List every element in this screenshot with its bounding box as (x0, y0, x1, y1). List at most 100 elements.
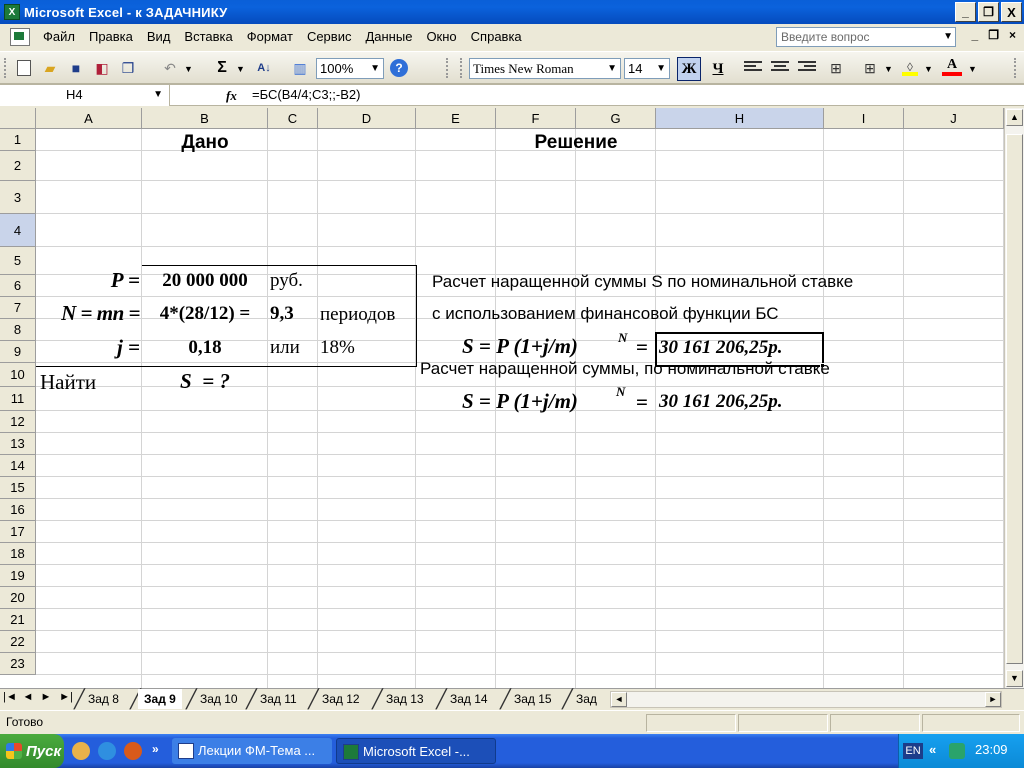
autosum-icon[interactable]: Σ (212, 58, 232, 78)
font-color-dropdown-icon[interactable]: ▼ (968, 64, 977, 74)
row-header-10[interactable]: 10 (0, 363, 36, 387)
cell-A2[interactable]: P = (36, 268, 140, 293)
row-header-22[interactable]: 22 (0, 631, 36, 653)
workbook-restore-button[interactable]: ❐ (988, 28, 999, 42)
prev-sheet-button[interactable]: ◄ (20, 691, 36, 703)
row-header-14[interactable]: 14 (0, 455, 36, 477)
sheet-tab[interactable]: Зад (570, 689, 603, 709)
menu-edit[interactable]: Правка (82, 24, 140, 49)
row-header-11[interactable]: 11 (0, 387, 36, 411)
last-sheet-button[interactable]: ►| (58, 691, 74, 703)
row-header-2[interactable]: 2 (0, 151, 36, 181)
chevron-down-icon[interactable]: ▼ (370, 59, 380, 78)
row-header-15[interactable]: 15 (0, 477, 36, 499)
column-header-j[interactable]: J (904, 108, 1004, 129)
worksheet-grid[interactable]: ABCDEFGHIJ 1 2 3 4 5 6 7 8 9 10 11 12 13 14 15 16 17 18 19… (0, 108, 1024, 688)
row-header-3[interactable]: 3 (0, 181, 36, 214)
autosum-dropdown-icon[interactable]: ▼ (236, 64, 245, 74)
cell-B4[interactable]: 0,18 (142, 337, 268, 359)
fill-color-dropdown-icon[interactable]: ▼ (924, 64, 933, 74)
scroll-down-icon[interactable]: ▼ (1006, 670, 1023, 687)
row-header-20[interactable]: 20 (0, 587, 36, 609)
scroll-up-icon[interactable]: ▲ (1006, 109, 1023, 126)
row-header-1[interactable]: 1 (0, 129, 36, 151)
taskbar-item-lectures[interactable]: Лекции ФМ-Тема ... (172, 738, 332, 764)
row-header-19[interactable]: 19 (0, 565, 36, 587)
chevron-down-icon[interactable]: ▼ (607, 59, 617, 78)
minimize-button[interactable]: _ (955, 2, 976, 22)
row-header-5[interactable]: 5 (0, 247, 36, 275)
toolbar-grip[interactable] (4, 58, 8, 78)
menu-tools[interactable]: Сервис (300, 24, 359, 49)
row-header-23[interactable]: 23 (0, 653, 36, 675)
row-header-9[interactable]: 9 (0, 341, 36, 363)
sheet-tab[interactable]: Зад 11 (254, 689, 303, 709)
scroll-right-icon[interactable]: ► (985, 692, 1001, 707)
fill-color-icon[interactable]: ◊ (900, 58, 920, 78)
cell-A3[interactable]: N = mn = (36, 301, 140, 326)
cell-H10[interactable]: 30 161 206,25р. (659, 391, 783, 413)
close-button[interactable]: X (1001, 2, 1022, 22)
chart-wizard-icon[interactable]: ▥ (290, 58, 310, 78)
chevron-down-icon[interactable]: ▼ (943, 28, 953, 46)
cell-B2[interactable]: 20 000 000 (142, 270, 268, 292)
cell-C3[interactable]: 9,3 (270, 303, 294, 325)
underline-button[interactable]: Ч (706, 57, 730, 81)
workbook-close-button[interactable]: × (1009, 28, 1016, 42)
menu-window[interactable]: Окно (419, 24, 463, 49)
menu-view[interactable]: Вид (140, 24, 178, 49)
column-header-b[interactable]: B (142, 108, 268, 129)
column-header-f[interactable]: F (496, 108, 576, 129)
cell-A4[interactable]: j = (36, 335, 140, 360)
cell-E3[interactable]: с использованием финансовой функции БС (432, 304, 779, 324)
scroll-thumb[interactable] (1006, 134, 1023, 664)
quicklaunch-pencil-icon[interactable] (72, 742, 90, 760)
column-header-c[interactable]: C (268, 108, 318, 129)
language-indicator[interactable]: EN (903, 743, 923, 759)
align-center-icon[interactable] (771, 61, 789, 75)
cell-F1[interactable]: Решение (496, 132, 656, 154)
font-name-select[interactable]: Times New Roman ▼ (469, 58, 621, 79)
borders-dropdown-icon[interactable]: ▼ (884, 64, 893, 74)
font-size-select[interactable]: 14 ▼ (624, 58, 670, 79)
sheet-tab[interactable]: Зад 14 (444, 689, 494, 709)
merge-center-icon[interactable]: ⊞ (826, 58, 846, 78)
column-header-e[interactable]: E (416, 108, 496, 129)
save-icon[interactable]: ■ (66, 58, 86, 78)
font-color-icon[interactable]: A (942, 57, 962, 76)
bold-button[interactable]: Ж (677, 57, 701, 81)
taskbar-item-excel[interactable]: Microsoft Excel -... (336, 738, 496, 764)
row-header-6[interactable]: 6 (0, 275, 36, 297)
cell-B5[interactable]: S = ? (142, 369, 268, 394)
row-header-12[interactable]: 12 (0, 411, 36, 433)
cell-C4[interactable]: или (270, 337, 300, 359)
vertical-scrollbar[interactable]: ▲ ▼ (1004, 108, 1024, 688)
menu-help[interactable]: Справка (464, 24, 529, 49)
start-button[interactable]: Пуск (0, 734, 64, 768)
insert-function-icon[interactable]: fx (226, 85, 237, 106)
sheet-tab[interactable]: Зад 8 (82, 689, 125, 709)
cell-D3[interactable]: периодов (320, 304, 395, 326)
formula-input[interactable]: =БС(B4/4;C3;;-B2) (252, 85, 360, 105)
sheet-tab[interactable]: Зад 15 (508, 689, 558, 709)
row-header-7[interactable]: 7 (0, 297, 36, 319)
row-header-18[interactable]: 18 (0, 543, 36, 565)
column-header-h[interactable]: H (656, 108, 824, 129)
cell-D4[interactable]: 18% (320, 337, 355, 359)
next-sheet-button[interactable]: ► (38, 691, 54, 703)
cell-B3[interactable]: 4*(28/12) = (142, 303, 268, 325)
borders-icon[interactable]: ⊞ (860, 58, 880, 78)
row-header-13[interactable]: 13 (0, 433, 36, 455)
cell-C2[interactable]: руб. (270, 270, 303, 292)
row-header-21[interactable]: 21 (0, 609, 36, 631)
column-header-d[interactable]: D (318, 108, 416, 129)
help-icon[interactable]: ? (390, 59, 408, 77)
tray-app-icon[interactable] (949, 743, 965, 759)
excel-app-icon[interactable]: X (4, 4, 20, 20)
name-box[interactable]: H4 ▼ (0, 85, 170, 106)
column-header-g[interactable]: G (576, 108, 656, 129)
cell-E9[interactable]: Расчет наращенной суммы, по номинальной … (420, 359, 830, 379)
new-document-icon[interactable] (14, 58, 34, 78)
internet-explorer-icon[interactable] (98, 742, 116, 760)
sheet-tab[interactable]: Зад 13 (380, 689, 430, 709)
